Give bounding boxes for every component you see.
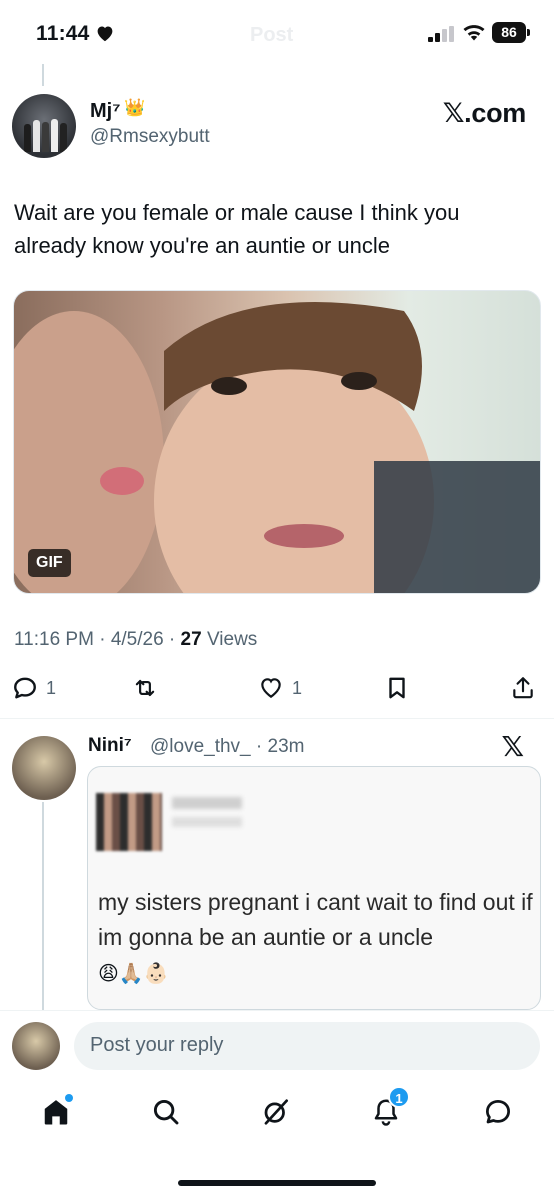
status-time: 11:44 (36, 22, 90, 45)
author-name[interactable]: Mj⁷ (90, 100, 120, 123)
notification-badge: 1 (388, 1086, 410, 1108)
blurred-handle (172, 817, 242, 827)
tab-search[interactable] (146, 1090, 186, 1134)
message-bubble-icon (486, 1100, 510, 1124)
reply-author-name[interactable]: Nini⁷ (88, 735, 132, 757)
reply-count: 1 (46, 677, 57, 698)
thread-line (42, 802, 44, 1010)
reply-source-label: 𝕏 (501, 731, 524, 762)
crown-emoji: 👑 (124, 98, 146, 117)
bookmark-icon (389, 677, 405, 699)
blurred-avatar (96, 793, 162, 851)
tweet-text: Wait are you female or male cause I thin… (14, 200, 460, 258)
heart-icon (97, 26, 113, 42)
repost-icon (135, 679, 155, 697)
tab-grok[interactable] (256, 1090, 296, 1134)
views-count: 27 (180, 629, 202, 650)
grok-icon (264, 1099, 288, 1125)
home-indicator (178, 1180, 376, 1186)
bottom-tab-bar: 1 (0, 1086, 554, 1150)
author-handle[interactable]: @Rmsexybutt (90, 126, 210, 148)
bookmark-button[interactable] (384, 670, 410, 706)
battery-indicator: 86 (492, 22, 526, 43)
source-label: 𝕏.com (442, 98, 527, 128)
share-icon (513, 677, 533, 699)
tweet-media-gif[interactable]: GIF (13, 290, 541, 594)
tweet-meta: 11:16 PM · 4/5/26 · 27 Views (14, 629, 258, 650)
cellular-signal-icon (428, 26, 454, 42)
battery-tip (527, 29, 530, 36)
tweet-time: 11:16 PM (14, 629, 94, 650)
tab-messages[interactable] (478, 1090, 518, 1134)
tab-notifications[interactable]: 1 (366, 1086, 410, 1134)
search-icon (153, 1099, 179, 1125)
views-label: Views (206, 629, 258, 650)
header-title-faded: Post (250, 24, 294, 46)
repost-button[interactable] (132, 670, 158, 706)
like-count: 1 (292, 677, 303, 698)
composer-divider (0, 1010, 554, 1011)
reply-author-avatar[interactable] (12, 736, 76, 800)
tweet-date: 4/5/26 (110, 629, 164, 650)
gif-badge: GIF (28, 549, 71, 577)
reply-author-handle[interactable]: @love_thv_ · 23m (150, 736, 304, 758)
tweet-actions: 1 1 (0, 670, 554, 710)
status-bar: 11:44 Post 86 (0, 0, 554, 70)
author-avatar[interactable] (12, 94, 76, 158)
composer-avatar (12, 1022, 60, 1070)
reply-button[interactable]: 1 (12, 670, 56, 706)
quoted-screenshot[interactable]: my sisters pregnant i cant wait to find … (87, 766, 541, 1010)
reply-icon (14, 677, 36, 699)
like-button[interactable]: 1 (258, 670, 302, 706)
divider (0, 718, 554, 719)
wifi-icon (463, 25, 485, 41)
share-button[interactable] (510, 670, 536, 706)
thread-line-top (42, 64, 44, 86)
home-unread-dot (65, 1094, 73, 1102)
quoted-text: my sisters pregnant i cant wait to find … (98, 889, 533, 950)
gif-preview-image (14, 302, 540, 593)
reply-input[interactable]: Post your reply (74, 1022, 540, 1070)
tab-home[interactable] (36, 1090, 76, 1134)
heart-outline-icon (261, 678, 281, 698)
quoted-emoji: 😩🙏🏼👶🏻 (98, 963, 169, 985)
blurred-name (172, 797, 242, 809)
